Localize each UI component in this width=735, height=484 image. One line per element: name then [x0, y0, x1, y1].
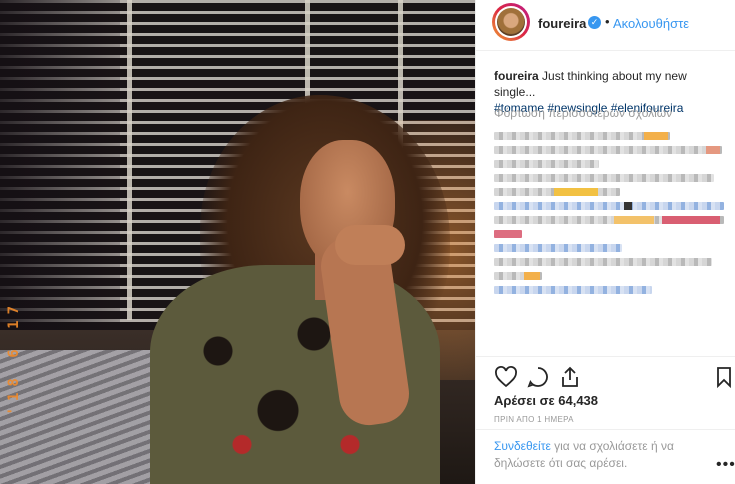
- blind-cord: [127, 0, 132, 320]
- blurred-comment: [494, 272, 542, 280]
- blurred-comment: [494, 132, 670, 140]
- hand: [335, 225, 405, 265]
- verified-badge-icon: ✓: [588, 16, 601, 29]
- post-timestamp[interactable]: ΠΡΙΝ ΑΠΟ 1 ΗΜΕΡΑ: [494, 415, 574, 424]
- login-link[interactable]: Συνδεθείτε: [494, 439, 551, 453]
- comment-icon[interactable]: [526, 365, 550, 389]
- blurred-comment: [494, 244, 622, 252]
- shadow: [0, 0, 120, 330]
- blurred-comment: [494, 258, 712, 266]
- post-header: foureira ✓ • Ακολουθήστε: [476, 0, 735, 51]
- share-icon[interactable]: [558, 365, 582, 389]
- blurred-comment: [494, 216, 724, 224]
- action-bar: Αρέσει σε 64,438 ΠΡΙΝ ΑΠΟ 1 ΗΜΕΡΑ Συνδεθ…: [476, 356, 735, 477]
- photo-datestamp: '18 6 17: [6, 300, 22, 416]
- blurred-comment: [494, 146, 722, 154]
- blurred-comment: [494, 202, 724, 210]
- post-photo[interactable]: '18 6 17: [0, 0, 475, 484]
- bookmark-icon[interactable]: [712, 365, 735, 389]
- avatar-image: [497, 8, 525, 36]
- more-options-icon[interactable]: •••: [716, 456, 735, 474]
- blurred-comment: [494, 174, 714, 182]
- login-prompt: Συνδεθείτε για να σχολιάσετε ή να δηλώσε…: [476, 429, 735, 478]
- blurred-comment: [494, 188, 620, 196]
- heart-icon[interactable]: [494, 365, 518, 389]
- load-more-comments-link[interactable]: Φόρτωση περισσότερων σχολίων: [494, 106, 672, 120]
- separator-dot: •: [605, 14, 610, 29]
- avatar[interactable]: [492, 3, 530, 41]
- blurred-comment: [494, 286, 652, 294]
- instagram-post: '18 6 17 foureira ✓ • Ακολουθήστε fourei…: [0, 0, 735, 484]
- likes-count[interactable]: Αρέσει σε 64,438: [494, 393, 598, 408]
- post-side-panel: foureira ✓ • Ακολουθήστε foureira Just t…: [475, 0, 735, 484]
- blurred-comment: [494, 160, 599, 168]
- caption-username[interactable]: foureira: [494, 69, 539, 83]
- username-link[interactable]: foureira: [538, 16, 586, 31]
- blurred-comment: [494, 230, 522, 238]
- follow-button[interactable]: Ακολουθήστε: [613, 16, 689, 31]
- comments-list: [494, 126, 728, 294]
